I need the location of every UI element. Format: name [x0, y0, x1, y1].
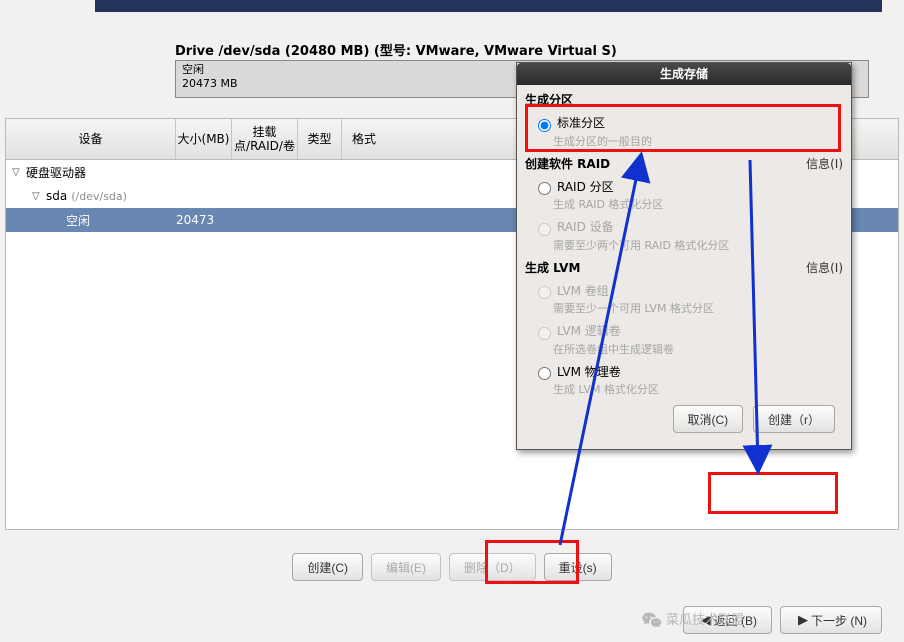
drive-header: Drive /dev/sda (20480 MB) (型号: VMware, V…	[175, 40, 869, 59]
next-label: 下一步 (N)	[811, 612, 867, 629]
option-raid-partition[interactable]: RAID 分区 生成 RAID 格式化分区	[525, 174, 843, 215]
watermark: 菜瓜技术联盟	[642, 609, 744, 628]
radio-lvm-pv[interactable]	[538, 367, 551, 380]
col-device[interactable]: 设备	[6, 119, 176, 159]
expand-icon[interactable]: ▽	[32, 191, 46, 202]
option-standard-partition[interactable]: 标准分区 生成分区的一般目的	[525, 110, 843, 151]
raid-info-link[interactable]: 信息(I)	[806, 155, 843, 172]
dialog-body: 生成分区 标准分区 生成分区的一般目的 创建软件 RAID信息(I) RAID …	[517, 85, 851, 449]
desc-lvm-vg: 需要至少一个可用 LVM 格式分区	[533, 300, 841, 316]
tree-group-label: 硬盘驱动器	[26, 164, 86, 181]
dialog-title: 生成存储	[517, 63, 851, 85]
radio-raid-device	[538, 223, 551, 236]
section-software-raid: 创建软件 RAID信息(I)	[525, 155, 843, 172]
col-type[interactable]: 类型	[298, 119, 342, 159]
radio-standard-partition[interactable]	[538, 119, 551, 132]
option-lvm-pv[interactable]: LVM 物理卷 生成 LVM 格式化分区	[525, 359, 843, 400]
radio-lvm-lv	[538, 327, 551, 340]
create-button[interactable]: 创建(C)	[292, 553, 363, 581]
radio-lvm-vg	[538, 286, 551, 299]
desc-lvm-pv: 生成 LVM 格式化分区	[533, 381, 841, 397]
create-storage-dialog: 生成存储 生成分区 标准分区 生成分区的一般目的 创建软件 RAID信息(I) …	[516, 62, 852, 450]
option-lvm-lv: LVM 逻辑卷 在所选卷组中生成逻辑卷	[525, 318, 843, 359]
lvm-info-link[interactable]: 信息(I)	[806, 259, 843, 276]
next-button[interactable]: ▶下一步 (N)	[780, 606, 882, 634]
desc-standard-partition: 生成分区的一般目的	[533, 133, 841, 149]
radio-raid-partition[interactable]	[538, 182, 551, 195]
col-size[interactable]: 大小(MB)	[176, 119, 232, 159]
section-lvm: 生成 LVM信息(I)	[525, 259, 843, 276]
dialog-create-button[interactable]: 创建（r）	[753, 405, 835, 433]
tree-disk-path: (/dev/sda)	[71, 190, 127, 203]
tree-disk-label: sda	[46, 189, 67, 203]
section-create-partition: 生成分区	[525, 91, 843, 108]
edit-button: 编辑(E)	[371, 553, 441, 581]
reset-button[interactable]: 重设(s)	[544, 553, 612, 581]
delete-button: 删除（D）	[449, 553, 536, 581]
option-lvm-vg: LVM 卷组 需要至少一个可用 LVM 格式分区	[525, 278, 843, 319]
option-raid-device: RAID 设备 需要至少两个可用 RAID 格式化分区	[525, 214, 843, 255]
expand-icon[interactable]: ▽	[12, 167, 26, 178]
col-mount[interactable]: 挂载点/RAID/卷	[232, 119, 298, 159]
window-top-accent	[95, 0, 882, 12]
dialog-cancel-button[interactable]: 取消(C)	[673, 405, 744, 433]
action-button-bar: 创建(C) 编辑(E) 删除（D） 重设(s)	[5, 549, 899, 591]
desc-lvm-lv: 在所选卷组中生成逻辑卷	[533, 341, 841, 357]
tree-free-label: 空闲	[66, 212, 90, 229]
tree-free-size: 20473	[176, 213, 214, 227]
wechat-icon	[642, 611, 662, 627]
arrow-right-icon: ▶	[798, 612, 808, 628]
watermark-text: 菜瓜技术联盟	[666, 609, 744, 628]
col-format[interactable]: 格式	[342, 119, 386, 159]
dialog-button-row: 取消(C) 创建（r）	[525, 399, 843, 441]
desc-raid-device: 需要至少两个可用 RAID 格式化分区	[533, 237, 841, 253]
desc-raid-partition: 生成 RAID 格式化分区	[533, 196, 841, 212]
